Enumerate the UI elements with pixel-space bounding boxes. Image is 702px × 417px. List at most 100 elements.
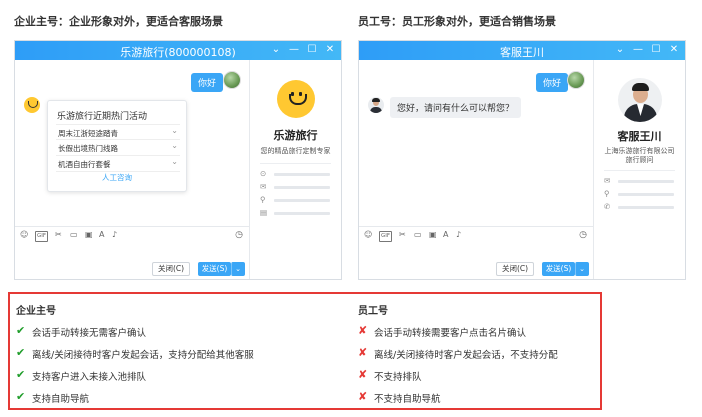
employee-column-title: 员工号: [358, 306, 388, 317]
menu-card: 乐游旅行近期热门活动 周末江浙短途踏青 ⌄ 长假出境热门线路 ⌄ 机酒自由行套餐…: [47, 100, 187, 192]
cross-icon: ✘: [358, 324, 368, 337]
image-icon[interactable]: ▣: [429, 230, 437, 239]
human-consult-link[interactable]: 人工咨询: [48, 172, 186, 183]
info-row: ✉: [604, 176, 675, 186]
check-icon: ✔: [16, 324, 26, 337]
window-titlebar[interactable]: 客服王川 ⌄ — ☐ ✕: [359, 41, 685, 60]
input-toolbar: ☺ GIF ✂ ▭ ▣ A ♪ ◷: [359, 226, 593, 242]
scissors-icon[interactable]: ✂: [399, 230, 406, 239]
my-avatar: [567, 71, 585, 89]
feature-text: 会话手动转接需要客户点击名片确认: [374, 328, 527, 339]
folder-icon[interactable]: ▭: [70, 230, 78, 239]
check-icon: ✔: [16, 346, 26, 359]
feature-text: 会话手动转接无需客户确认: [32, 328, 147, 339]
comparison-panel: 企业主号 ✔ 会话手动转接无需客户确认 ✔ 离线/关闭接待时客户发起会话，支持分…: [8, 292, 602, 410]
scissors-icon[interactable]: ✂: [55, 230, 62, 239]
mail-icon: ✉: [604, 176, 611, 185]
note-icon: ▤: [260, 208, 268, 217]
send-options-chevron-icon[interactable]: ⌄: [231, 262, 245, 276]
chevron-down-icon: ⌄: [171, 141, 178, 150]
info-row: ⚲: [604, 189, 675, 199]
cross-icon: ✘: [358, 368, 368, 381]
check-icon: ✔: [16, 390, 26, 403]
left-section-heading: 企业主号：企业形象对外，更适合客服场景: [14, 15, 223, 28]
send-button[interactable]: 发送(S): [198, 262, 231, 276]
send-button[interactable]: 发送(S): [542, 262, 575, 276]
window-titlebar[interactable]: 乐游旅行(800000108) ⌄ — ☐ ✕: [15, 41, 341, 60]
profile-role: 旅行顾问: [625, 156, 654, 164]
feature-text: 离线/关闭接待时客户发起会话，支持分配给其他客服: [32, 350, 254, 361]
card-option-label: 机酒自由行套餐: [58, 160, 111, 169]
close-button[interactable]: 关闭(C): [152, 262, 190, 276]
profile-name: 乐游旅行: [273, 129, 318, 142]
link-icon: ⚲: [260, 195, 266, 204]
chat-messages[interactable]: 你好 您好，请问有什么可以帮您？: [359, 60, 593, 240]
chat-messages[interactable]: 你好 乐游旅行近期热门活动 周末江浙短途踏青 ⌄ 长假出境热门线路 ⌄ 机酒自由…: [15, 60, 249, 240]
history-clock-icon[interactable]: ◷: [235, 230, 243, 240]
card-option-label: 周末江浙短途踏青: [58, 129, 118, 138]
gif-icon[interactable]: GIF: [379, 231, 393, 242]
check-icon: ✔: [16, 368, 26, 381]
send-options-chevron-icon[interactable]: ⌄: [575, 262, 589, 276]
profile-panel: 乐游旅行 您的精品旅行定制专家 ⊙ ✉ ⚲ ▤: [250, 60, 341, 279]
image-icon[interactable]: ▣: [85, 230, 93, 239]
info-row: ⊙: [260, 169, 331, 179]
gif-icon[interactable]: GIF: [35, 231, 49, 242]
cross-icon: ✘: [358, 390, 368, 403]
info-row: ⚲: [260, 195, 331, 205]
link-icon: ⚲: [604, 189, 610, 198]
employee-chat-window: 客服王川 ⌄ — ☐ ✕ 你好 您好，请问有什么可以帮您？ ☺ GIF ✂ ▭ …: [358, 40, 686, 280]
agent-photo: [618, 78, 662, 122]
minimize-icon[interactable]: —: [288, 43, 300, 57]
close-icon[interactable]: ✕: [668, 43, 680, 57]
feature-text: 离线/关闭接待时客户发起会话，不支持分配: [374, 350, 558, 361]
minimize-icon[interactable]: —: [632, 43, 644, 57]
maximize-icon[interactable]: ☐: [650, 43, 662, 57]
mail-icon: ✉: [260, 182, 267, 191]
card-option[interactable]: 周末江浙短途踏青 ⌄: [56, 124, 180, 140]
maximize-icon[interactable]: ☐: [306, 43, 318, 57]
feature-text: 支持自助导航: [32, 394, 90, 405]
agent-avatar: [368, 97, 384, 113]
close-icon[interactable]: ✕: [324, 43, 336, 57]
profile-desc: 您的精品旅行定制专家: [260, 147, 331, 155]
profile-panel: 客服王川 上海乐游旅行有限公司 旅行顾问 ✉ ⚲ ✆: [594, 60, 685, 279]
emoji-icon[interactable]: ☺: [364, 230, 372, 239]
emoji-icon[interactable]: ☺: [20, 230, 28, 239]
info-row: ✆: [604, 202, 675, 212]
card-option-label: 长假出境热门线路: [58, 144, 118, 153]
chevron-down-icon[interactable]: ⌄: [614, 43, 626, 57]
my-message-bubble: 你好: [191, 73, 224, 92]
divider: [260, 163, 331, 164]
folder-icon[interactable]: ▭: [414, 230, 422, 239]
feature-text: 不支持自助导航: [374, 394, 441, 405]
enterprise-chat-window: 乐游旅行(800000108) ⌄ — ☐ ✕ 你好 乐游旅行近期热门活动 周末…: [14, 40, 342, 280]
chevron-down-icon: ⌄: [171, 126, 178, 135]
microphone-icon[interactable]: ♪: [456, 230, 461, 239]
font-icon[interactable]: A: [443, 230, 448, 239]
card-option[interactable]: 长假出境热门线路 ⌄: [56, 140, 180, 156]
microphone-icon[interactable]: ♪: [112, 230, 117, 239]
chevron-down-icon: ⌄: [171, 157, 178, 166]
feature-text: 支持客户进入未接入池排队: [32, 372, 147, 383]
my-message-bubble: 你好: [536, 73, 569, 92]
right-section-heading: 员工号：员工形象对外，更适合销售场景: [358, 15, 556, 28]
profile-name: 客服王川: [617, 130, 662, 143]
info-row: ▤: [260, 208, 331, 218]
info-row: ✉: [260, 182, 331, 192]
feature-text: 不支持排队: [374, 372, 422, 383]
card-option[interactable]: 机酒自由行套餐 ⌄: [56, 156, 180, 172]
card-title: 乐游旅行近期热门活动: [57, 112, 148, 122]
enterprise-logo: [277, 80, 315, 118]
enterprise-column-title: 企业主号: [16, 306, 56, 317]
agent-message-bubble: 您好，请问有什么可以帮您？: [390, 97, 522, 118]
chevron-down-icon[interactable]: ⌄: [270, 43, 282, 57]
close-button[interactable]: 关闭(C): [496, 262, 534, 276]
my-avatar: [223, 71, 241, 89]
divider: [604, 170, 675, 171]
location-icon: ⊙: [260, 169, 267, 178]
history-clock-icon[interactable]: ◷: [579, 230, 587, 240]
enterprise-avatar: [24, 97, 40, 113]
font-icon[interactable]: A: [99, 230, 104, 239]
cross-icon: ✘: [358, 346, 368, 359]
